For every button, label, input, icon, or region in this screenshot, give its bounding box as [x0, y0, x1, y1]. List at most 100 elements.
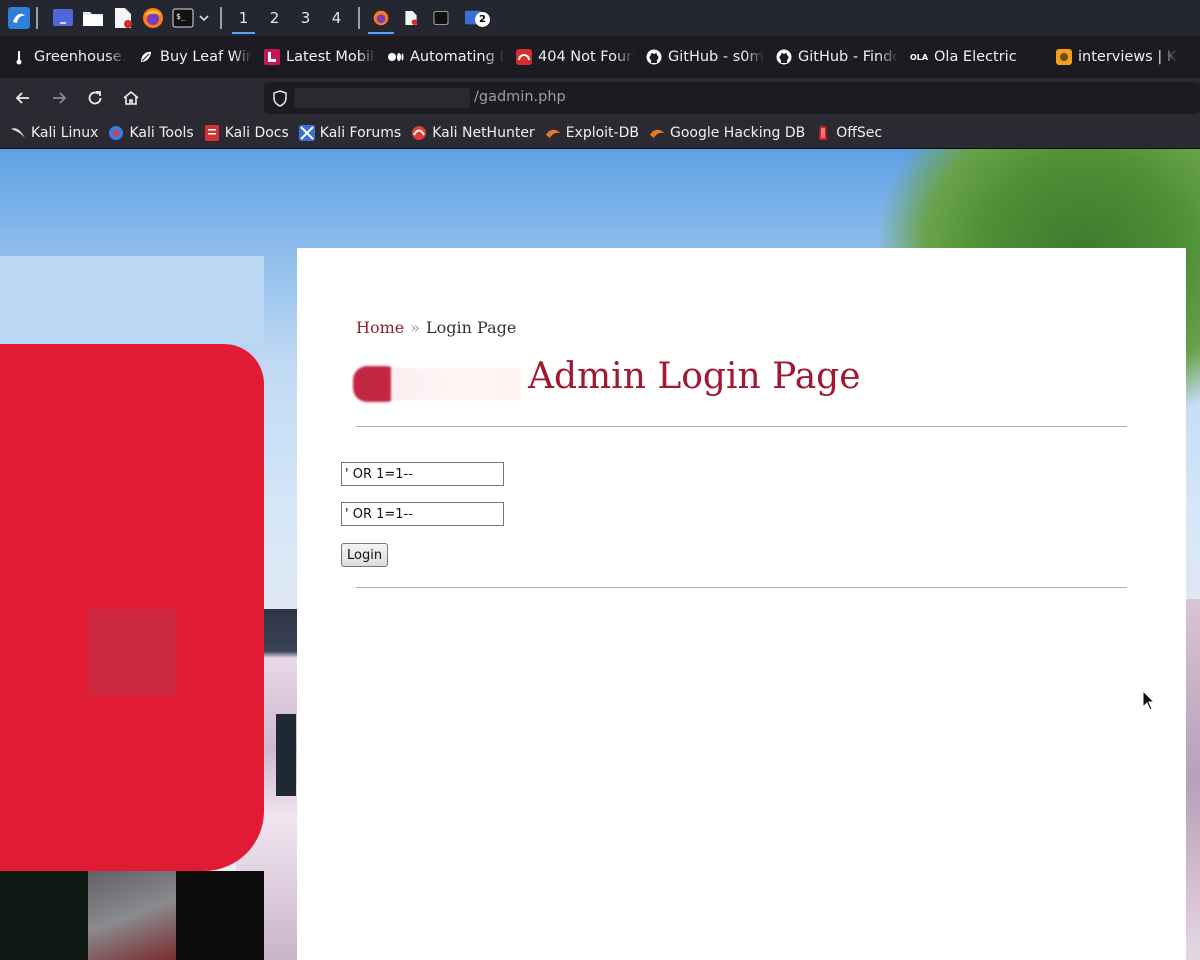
text-editor-icon[interactable]: [112, 7, 134, 29]
tab-automating[interactable]: Automating D: [388, 36, 504, 78]
terminal-icon[interactable]: $_: [172, 7, 194, 29]
back-button[interactable]: [8, 83, 38, 113]
password-field[interactable]: [341, 502, 504, 526]
taskbar-firefox-window[interactable]: [366, 1, 396, 35]
login-card: Home » Login Page Admin Login Page Login: [297, 248, 1186, 960]
show-desktop-icon[interactable]: [52, 7, 74, 29]
bookmark-kali-docs[interactable]: Kali Docs: [204, 125, 289, 141]
bookmark-exploit-db[interactable]: Exploit-DB: [545, 125, 639, 141]
bookmark-label: Kali Forums: [319, 125, 402, 141]
arrow-right-icon: [53, 92, 67, 104]
bookmark-label: Kali Tools: [129, 125, 194, 141]
workspace-4[interactable]: 4: [321, 1, 352, 35]
home-button[interactable]: [116, 83, 146, 113]
mobile-icon: [264, 49, 280, 65]
bookmark-label: Kali Docs: [224, 125, 289, 141]
kali-docs-icon: [204, 125, 220, 141]
tab-label: GitHub - s0md: [668, 49, 764, 65]
svg-text:$_: $_: [176, 12, 186, 21]
leaf-icon: [138, 49, 154, 65]
reload-button[interactable]: [80, 83, 110, 113]
nethunter-icon: [411, 125, 427, 141]
background-building: [1186, 599, 1200, 960]
bookmarks-toolbar: Kali Linux Kali Tools Kali Docs Kali For…: [0, 118, 1200, 149]
bookmark-label: Google Hacking DB: [669, 125, 806, 141]
tab-interviews[interactable]: interviews | Ke: [1056, 36, 1178, 78]
taskbar-separator: [36, 7, 38, 29]
workspace-2[interactable]: 2: [259, 1, 290, 35]
taskbar-notifications[interactable]: 2: [456, 1, 490, 35]
tab-github-findo[interactable]: GitHub - Findo: [776, 36, 898, 78]
bookmark-kali-nethunter[interactable]: Kali NetHunter: [411, 125, 535, 141]
tab-label: Buy Leaf Wireless: [160, 49, 252, 65]
taskbar-separator: [220, 7, 222, 29]
taskbar-editor-window[interactable]: [396, 1, 426, 35]
ola-icon: OLA: [909, 52, 929, 62]
breadcrumb-current: Login Page: [426, 318, 517, 337]
bookmark-label: Kali Linux: [31, 125, 99, 141]
bookmark-kali-linux[interactable]: Kali Linux: [10, 125, 98, 141]
reload-icon: [88, 91, 102, 105]
github-icon: [646, 49, 662, 65]
greenhouse-icon: [12, 49, 28, 65]
taskbar-separator: [358, 7, 360, 29]
kali-forums-icon: [298, 125, 315, 141]
page-title: Admin Login Page: [528, 356, 861, 397]
background-photo: [0, 871, 88, 960]
firefox-icon[interactable]: [142, 7, 164, 29]
tab-404[interactable]: 404 Not Found: [516, 36, 634, 78]
background-photo: [176, 871, 264, 960]
tab-github-s0md[interactable]: GitHub - s0md: [646, 36, 764, 78]
kali-tools-icon: [108, 125, 124, 141]
tab-buy-leaf[interactable]: Buy Leaf Wireless: [138, 36, 252, 78]
shield-icon[interactable]: [272, 90, 288, 111]
breadcrumb-home-link[interactable]: Home: [356, 318, 404, 337]
bookmark-offsec[interactable]: OffSec: [815, 125, 882, 141]
url-path: /gadmin.php: [474, 89, 566, 105]
workspace-3[interactable]: 3: [290, 1, 321, 35]
bookmark-label: Exploit-DB: [565, 125, 639, 141]
tab-greenhouse[interactable]: Greenhouse.io: [12, 36, 126, 78]
medium-icon: [388, 49, 404, 65]
redacted-domain: [294, 88, 470, 108]
forward-button[interactable]: [44, 83, 74, 113]
tab-label: GitHub - Findo: [798, 49, 898, 65]
file-manager-icon[interactable]: [82, 7, 104, 29]
background-photo: [88, 871, 176, 960]
redacted-logo: [351, 362, 521, 402]
divider: [356, 587, 1127, 588]
browser-tab-strip: Greenhouse.io Buy Leaf Wireless Latest M…: [0, 36, 1200, 78]
interviews-icon: [1056, 49, 1072, 65]
page-viewport: Home » Login Page Admin Login Page Login: [0, 149, 1200, 960]
bookmark-kali-forums[interactable]: Kali Forums: [298, 125, 402, 141]
login-button[interactable]: Login: [341, 543, 389, 567]
tab-label: 404 Not Found: [538, 49, 634, 65]
offsec-icon: [815, 125, 831, 141]
tab-label: Greenhouse.io: [34, 49, 126, 65]
ghdb-icon: [649, 125, 665, 141]
kali-dragon-icon: [10, 125, 26, 141]
workspace-1[interactable]: 1: [228, 1, 259, 35]
tab-latest-mobile[interactable]: Latest Mobile: [264, 36, 376, 78]
bookmark-google-hacking-db[interactable]: Google Hacking DB: [649, 125, 805, 141]
redacted-banner: [0, 256, 264, 344]
username-field[interactable]: [341, 462, 504, 486]
taskbar-terminal-window[interactable]: [426, 1, 456, 35]
system-taskbar: $_ 1 2 3 4 2: [0, 0, 1200, 36]
breadcrumb: Home » Login Page: [356, 318, 516, 337]
navigation-toolbar: /gadmin.php: [0, 78, 1200, 118]
chevron-down-icon[interactable]: [198, 7, 210, 29]
tab-label: interviews | Ke: [1078, 49, 1178, 65]
kali-menu-icon[interactable]: [8, 7, 30, 29]
redacted-banner: [88, 609, 176, 695]
404-icon: [516, 49, 532, 65]
tab-ola-electric[interactable]: OLA Ola Electric: [910, 36, 1044, 78]
address-bar[interactable]: /gadmin.php: [264, 82, 1200, 114]
bookmark-label: OffSec: [836, 125, 883, 141]
github-icon: [776, 49, 792, 65]
mouse-cursor-icon: [1142, 689, 1156, 716]
home-icon: [123, 90, 139, 105]
tab-label: Ola Electric: [934, 49, 1017, 65]
divider: [356, 426, 1127, 427]
bookmark-kali-tools[interactable]: Kali Tools: [108, 125, 194, 141]
